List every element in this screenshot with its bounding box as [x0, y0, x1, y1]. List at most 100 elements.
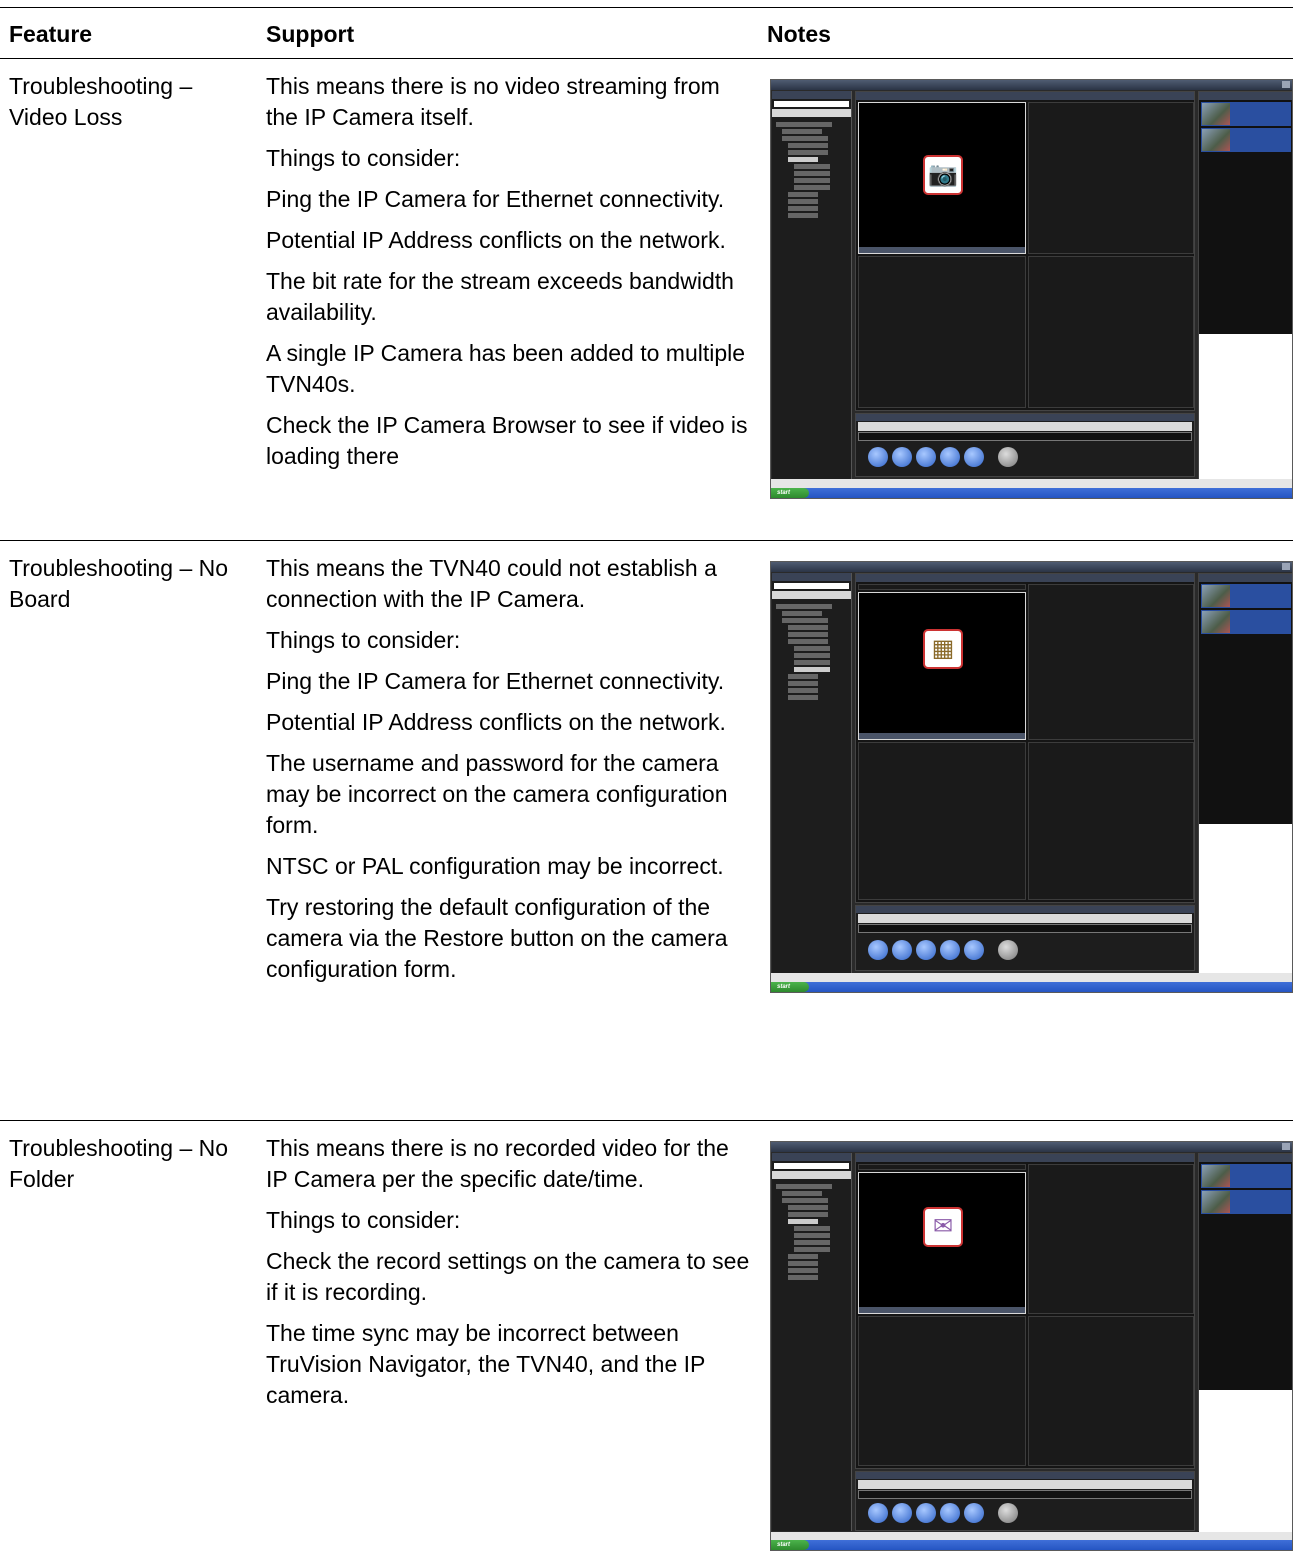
viewer-cell	[1028, 1316, 1194, 1466]
table-row-no-folder: Troubleshooting – No Folder This means t…	[0, 1121, 1293, 1551]
notes-screenshot: ▦ start	[770, 561, 1293, 993]
collector-tasks	[1199, 334, 1292, 480]
timeline	[858, 432, 1192, 441]
window-button	[1282, 1143, 1290, 1150]
step-back-button	[892, 447, 912, 467]
controller-header	[856, 414, 1194, 421]
support-line: The time sync may be incorrect between T…	[266, 1320, 705, 1408]
viewer-cell: ▦	[858, 592, 1026, 740]
collector-clip	[1201, 584, 1291, 608]
support-line: Check the record settings on the camera …	[266, 1248, 750, 1305]
navigator-header	[772, 91, 851, 99]
viewer-grid: ✉	[858, 1164, 1194, 1466]
windows-taskbar: start	[771, 982, 1292, 992]
viewer-cell	[1028, 102, 1194, 254]
viewer-header	[856, 92, 1194, 100]
table-header: Feature Support Notes	[0, 7, 1293, 59]
navigator-search	[774, 1163, 849, 1169]
timeline	[858, 924, 1192, 933]
navigator-toolbar	[772, 109, 851, 117]
step-forward-button	[940, 447, 960, 467]
viewer-pane: ▦	[855, 573, 1195, 903]
support-line: This means there is no video streaming f…	[266, 73, 720, 130]
viewer-header	[856, 574, 1194, 582]
step-forward-button	[940, 940, 960, 960]
navigator-pane	[772, 573, 852, 973]
support-line: Things to consider:	[266, 627, 461, 653]
viewer-cell	[1028, 1164, 1194, 1314]
support-line: Potential IP Address conflicts on the ne…	[266, 227, 726, 253]
collector-clip	[1201, 610, 1291, 634]
step-back-button	[892, 1503, 912, 1523]
windows-taskbar: start	[771, 488, 1292, 498]
viewer-header	[856, 1154, 1194, 1162]
viewer-grid: ▦	[858, 584, 1194, 900]
stop-button	[998, 1503, 1018, 1523]
device-tree	[772, 599, 851, 705]
collector-header	[1199, 92, 1292, 100]
collector-header	[1199, 1154, 1292, 1162]
viewer-cell: ✉	[858, 1172, 1026, 1314]
viewer-cell	[1028, 742, 1194, 900]
collector-pane	[1198, 1153, 1292, 1532]
device-tree	[772, 1179, 851, 1285]
feature-cell: Troubleshooting – No Folder	[9, 1135, 229, 1192]
rewind-button	[868, 447, 888, 467]
support-line: The bit rate for the stream exceeds band…	[266, 268, 734, 325]
feature-cell: Troubleshooting – No Board	[9, 555, 229, 612]
viewer-grid: 📷	[858, 102, 1194, 408]
window-titlebar	[771, 1142, 1292, 1152]
forward-button	[964, 940, 984, 960]
table-row-no-board: Troubleshooting – No Board This means th…	[0, 541, 1293, 1121]
notes-screenshot: ✉ start	[770, 1141, 1293, 1551]
header-support: Support	[266, 21, 355, 47]
rewind-button	[868, 940, 888, 960]
navigator-search	[774, 583, 849, 589]
navigator-header	[772, 1153, 851, 1161]
step-forward-button	[940, 1503, 960, 1523]
support-line: Ping the IP Camera for Ethernet connecti…	[266, 668, 725, 694]
support-line: NTSC or PAL configuration may be incorre…	[266, 853, 724, 879]
navigator-toolbar	[772, 591, 851, 599]
playback-buttons	[868, 940, 1018, 962]
collector-pane	[1198, 573, 1292, 974]
collector-clip	[1201, 128, 1291, 152]
navigator-pane	[772, 91, 852, 479]
window-button	[1282, 81, 1290, 88]
viewer-cell: 📷	[858, 102, 1026, 254]
collector-tasks	[1199, 1390, 1292, 1532]
stop-button	[998, 940, 1018, 960]
viewer-pane: ✉	[855, 1153, 1195, 1469]
window-titlebar	[771, 80, 1292, 90]
notes-screenshot: 📷 start	[770, 79, 1293, 499]
forward-button	[964, 1503, 984, 1523]
window-titlebar	[771, 562, 1292, 572]
support-cell: This means the TVN40 could not establish…	[266, 553, 756, 995]
header-feature: Feature	[9, 21, 93, 47]
controller-header	[856, 1472, 1194, 1479]
collector-tasks	[1199, 824, 1292, 974]
viewer-cell	[858, 742, 1026, 900]
navigator-pane	[772, 1153, 852, 1531]
pause-button	[916, 447, 936, 467]
windows-taskbar: start	[771, 1540, 1292, 1550]
support-line: This means there is no recorded video fo…	[266, 1135, 729, 1192]
status-bar	[771, 479, 1292, 488]
playback-buttons	[868, 447, 1018, 469]
viewer-cell	[858, 256, 1026, 408]
start-button: start	[771, 1540, 809, 1550]
no-board-icon: ▦	[923, 629, 963, 669]
pause-button	[916, 1503, 936, 1523]
support-line: Check the IP Camera Browser to see if vi…	[266, 412, 748, 469]
collector-clip	[1201, 1164, 1291, 1188]
support-line: Try restoring the default configuration …	[266, 894, 728, 982]
pause-button	[916, 940, 936, 960]
no-folder-icon: ✉	[923, 1207, 963, 1247]
controller-pane	[855, 1471, 1195, 1531]
viewer-cell	[1028, 584, 1194, 740]
support-line: Things to consider:	[266, 1207, 461, 1233]
navigator-toolbar	[772, 1171, 851, 1179]
viewer-pane: 📷	[855, 91, 1195, 411]
forward-button	[964, 447, 984, 467]
stop-button	[998, 447, 1018, 467]
